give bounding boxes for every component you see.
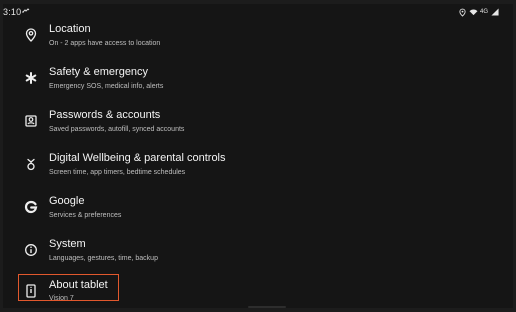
- setting-title: Google: [49, 195, 85, 207]
- asterisk-icon: [23, 70, 39, 86]
- status-icons: 4G: [459, 7, 499, 17]
- setting-title: System: [49, 238, 86, 250]
- setting-system[interactable]: System Languages, gestures, time, backup: [3, 232, 513, 274]
- setting-title: Safety & emergency: [49, 66, 149, 78]
- info-icon: [23, 242, 39, 258]
- status-time: 3:10: [3, 7, 22, 17]
- notification-icon: [22, 7, 30, 15]
- about-tablet-highlight: [18, 274, 119, 301]
- wifi-icon: [469, 8, 478, 16]
- setting-title: Location: [49, 23, 91, 35]
- setting-title: Passwords & accounts: [49, 109, 161, 121]
- location-icon: [23, 27, 39, 43]
- setting-passwords-accounts[interactable]: Passwords & accounts Saved passwords, au…: [3, 103, 513, 145]
- setting-subtitle: On - 2 apps have access to location: [49, 40, 161, 47]
- setting-subtitle: Screen time, app timers, bedtime schedul…: [49, 169, 186, 176]
- setting-safety-emergency[interactable]: Safety & emergency Emergency SOS, medica…: [3, 60, 513, 102]
- setting-subtitle: Emergency SOS, medical info, alerts: [49, 83, 164, 90]
- settings-screen: 3:10 4G Location On - 2 apps have access…: [3, 4, 513, 308]
- setting-title: Digital Wellbeing & parental controls: [49, 152, 226, 164]
- setting-subtitle: Saved passwords, autofill, synced accoun…: [49, 126, 185, 133]
- location-status-icon: [459, 8, 466, 17]
- account-box-icon: [23, 113, 39, 129]
- wellbeing-icon: [23, 156, 39, 172]
- network-type: 4G: [479, 9, 488, 15]
- signal-icon: [491, 8, 499, 16]
- setting-google[interactable]: Google Services & preferences: [3, 189, 513, 231]
- setting-subtitle: Languages, gestures, time, backup: [49, 255, 158, 262]
- google-icon: [23, 199, 39, 215]
- setting-digital-wellbeing[interactable]: Digital Wellbeing & parental controls Sc…: [3, 146, 513, 188]
- setting-location[interactable]: Location On - 2 apps have access to loca…: [3, 17, 513, 59]
- navigation-handle[interactable]: [248, 306, 286, 308]
- setting-subtitle: Services & preferences: [49, 212, 122, 219]
